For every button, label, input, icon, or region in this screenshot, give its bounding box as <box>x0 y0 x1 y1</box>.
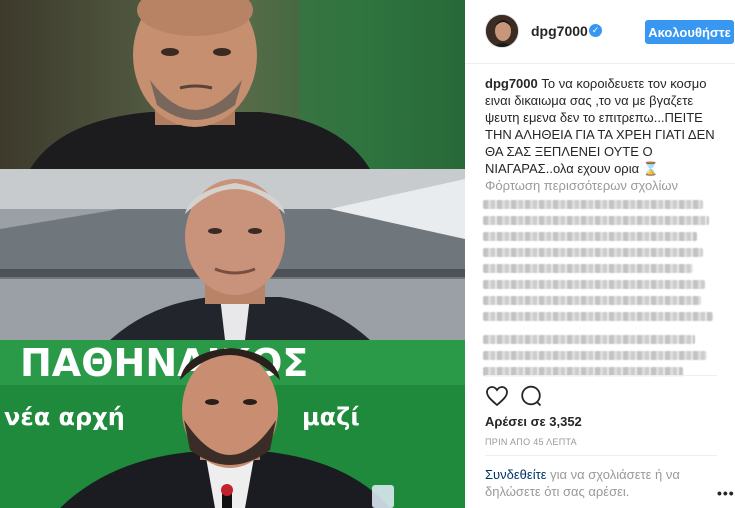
more-options-icon[interactable]: ••• <box>717 485 735 501</box>
post-caption: dpg7000 Το να κοροιδευετε τον κοσμο εινα… <box>485 75 717 177</box>
post-header: dpg7000 ✓ Ακολουθήστε <box>465 0 735 64</box>
divider <box>485 455 717 456</box>
follow-button[interactable]: Ακολουθήστε <box>645 20 734 44</box>
caption-text: Το να κοροιδευετε τον κοσμο ειναι δικαιω… <box>485 76 715 176</box>
verified-badge-icon: ✓ <box>589 24 602 37</box>
username-link[interactable]: dpg7000 <box>531 23 588 39</box>
post-timestamp[interactable]: ΠΡΙΝ ΑΠΟ 45 ΛΕΠΤΑ <box>485 437 577 447</box>
slogan-left-text: νέα αρχή <box>4 403 125 431</box>
post-image[interactable]: ΠΑΘΗΝΑΙΚΟΣ νέα αρχή μαζί <box>0 0 465 508</box>
slogan-right-text: μαζί <box>302 403 360 431</box>
blurred-comments-block-1 <box>483 200 718 328</box>
photo-panel-3: ΠΑΘΗΝΑΙΚΟΣ νέα αρχή μαζί <box>0 340 465 508</box>
like-heart-icon[interactable] <box>485 384 509 408</box>
post-sidebar: dpg7000 ✓ Ακολουθήστε dpg7000 Το να κορο… <box>465 0 735 508</box>
login-link[interactable]: Συνδεθείτε <box>485 467 547 482</box>
avatar[interactable] <box>485 14 519 48</box>
comment-icon[interactable] <box>519 384 543 408</box>
photo-panel-1 <box>0 0 465 169</box>
load-more-comments-link[interactable]: Φόρτωση περισσότερων σχολίων <box>485 178 678 193</box>
caption-username[interactable]: dpg7000 <box>485 76 538 91</box>
login-prompt: Συνδεθείτε για να σχολιάσετε ή να δηλώσε… <box>485 466 685 500</box>
photo-panel-2 <box>0 169 465 340</box>
divider <box>485 375 717 376</box>
likes-count[interactable]: Αρέσει σε 3,352 <box>485 414 582 429</box>
